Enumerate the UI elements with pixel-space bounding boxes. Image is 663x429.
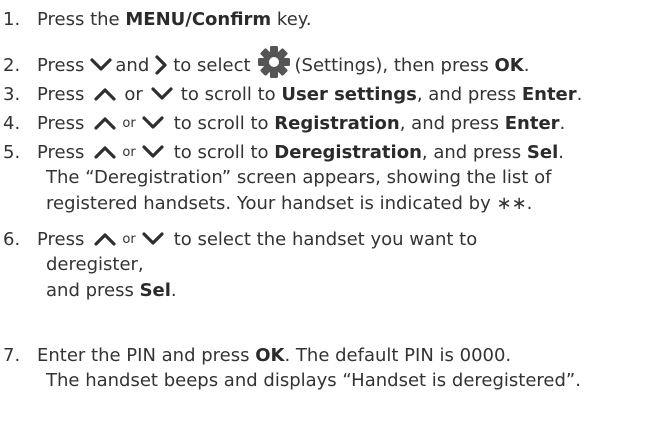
step-5: 5. Press or to scroll to Deregistration … (0, 139, 663, 217)
step-text: Press (37, 228, 85, 250)
step-text: (Settings), then press (294, 54, 495, 76)
step-text: to scroll to (180, 83, 282, 105)
step-text: , and press (416, 83, 522, 105)
step-text: Press (37, 141, 85, 163)
step-6: 6. Press or to select the handset you wa… (0, 226, 663, 304)
chevron-down-icon (90, 58, 112, 72)
menu-item-name: Deregistration (274, 141, 422, 163)
menu-item-name: Registration (274, 112, 400, 134)
step-text: Press the (37, 8, 126, 30)
step-text: or (124, 83, 143, 105)
step-text: or (122, 115, 136, 131)
chevron-down-icon (142, 232, 164, 246)
gear-icon (257, 45, 291, 79)
key-name: Enter (521, 83, 577, 105)
chevron-down-icon (142, 145, 164, 159)
chevron-up-icon (94, 87, 116, 101)
chevron-right-icon (155, 55, 167, 75)
step-text: . The default PIN is 0000. (284, 344, 512, 366)
step-number: 2. (3, 54, 21, 76)
step-text: , and press (421, 141, 527, 163)
chevron-up-icon (94, 232, 116, 246)
step-text: to scroll to (173, 141, 275, 163)
step-number: 3. (3, 83, 21, 105)
chevron-down-icon (142, 116, 164, 130)
step-number: 5. (3, 141, 21, 163)
key-name: OK (494, 54, 524, 76)
step-number: 4. (3, 112, 21, 134)
step-text: key. (271, 8, 312, 30)
step-note: registered handsets. Your handset is ind… (46, 193, 533, 214)
instruction-steps: 1. Press the MENU/Confirm key. 2. Press … (0, 0, 663, 429)
chevron-down-icon (151, 87, 173, 101)
step-2: 2. Press and to select (Settings), then … (0, 46, 663, 78)
step-1: 1. Press the MENU/Confirm key. (0, 6, 663, 32)
step-note: The “Deregistration” screen appears, sho… (46, 167, 552, 188)
menu-item-name: User settings (281, 83, 417, 105)
key-name: Sel (526, 141, 559, 163)
step-text: , and press (399, 112, 505, 134)
step-number: 6. (3, 228, 21, 250)
step-number: 7. (3, 344, 21, 366)
chevron-up-icon (94, 145, 116, 159)
step-text: Press (37, 54, 85, 76)
step-7: 7. Enter the PIN and press OK . The defa… (0, 342, 663, 394)
key-name: Enter (504, 112, 560, 134)
key-name: MENU/Confirm (125, 8, 272, 30)
step-text: Press (37, 112, 85, 134)
step-text: Enter the PIN and press (37, 344, 256, 366)
step-text-continued: and press Sel. (0, 278, 663, 304)
step-text: to scroll to (173, 112, 275, 134)
step-text: or (122, 144, 136, 160)
step-text: . (523, 54, 530, 76)
chevron-up-icon (94, 116, 116, 130)
step-text: . (559, 112, 566, 134)
step-text: . (170, 280, 177, 301)
step-text: Press (37, 83, 85, 105)
step-text: and (115, 54, 150, 76)
step-text: to select the handset you want to (173, 228, 478, 250)
step-note: The handset beeps and displays “Handset … (46, 370, 581, 391)
step-text-continued: deregister, (46, 254, 144, 275)
key-name: Sel (139, 280, 171, 301)
step-4: 4. Press or to scroll to Registration , … (0, 110, 663, 136)
step-text: . (576, 83, 583, 105)
step-text: . (558, 141, 564, 163)
step-number: 1. (3, 8, 21, 30)
step-3: 3. Press or to scroll to User settings ,… (0, 81, 663, 107)
key-name: OK (255, 344, 285, 366)
step-text: to select (173, 54, 251, 76)
step-text: or (122, 231, 136, 247)
step-text: and press (46, 280, 140, 301)
